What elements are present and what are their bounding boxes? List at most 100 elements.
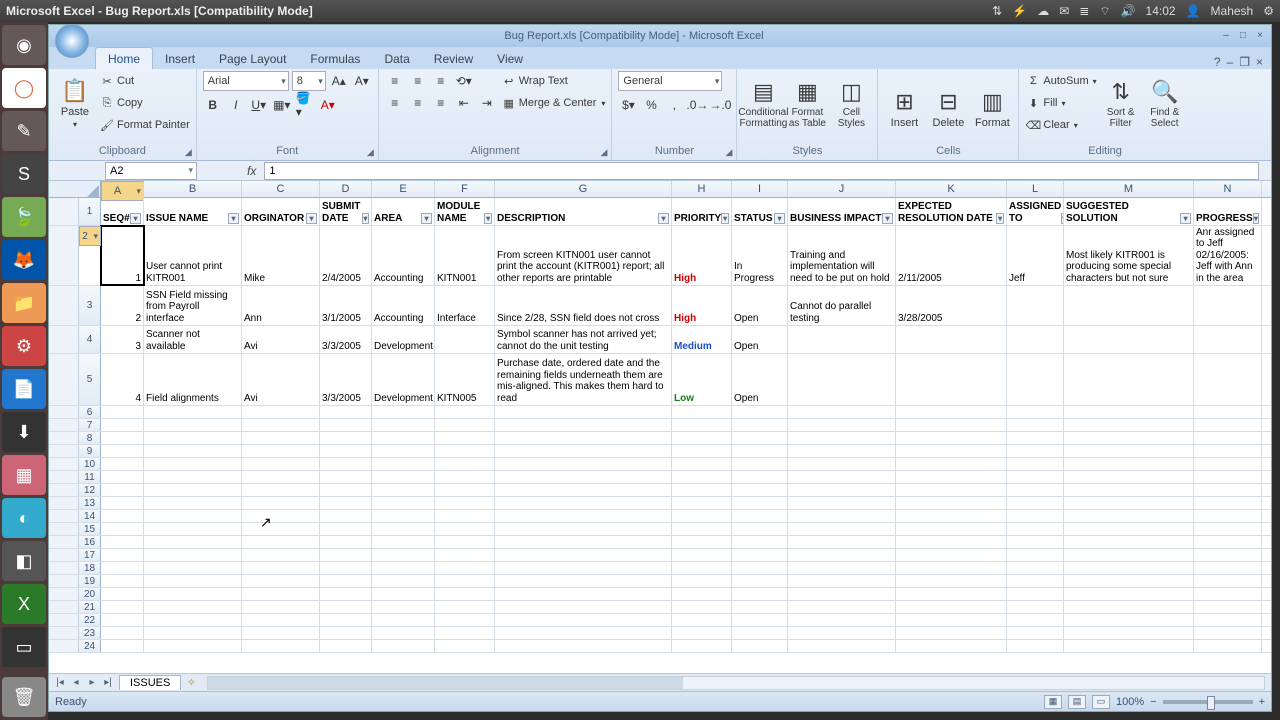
user-name[interactable]: Mahesh bbox=[1211, 4, 1254, 18]
cell[interactable] bbox=[242, 588, 320, 600]
cell[interactable] bbox=[788, 614, 896, 626]
sheet-nav-prev[interactable]: ◂ bbox=[69, 677, 83, 688]
header-cell[interactable]: DESCRIPTION▾ bbox=[495, 198, 672, 225]
cell[interactable] bbox=[672, 627, 732, 639]
cell[interactable] bbox=[372, 510, 435, 522]
cell[interactable] bbox=[495, 432, 672, 444]
launcher-editor[interactable]: ✎ bbox=[2, 111, 46, 151]
cell[interactable] bbox=[788, 536, 896, 548]
cell[interactable] bbox=[896, 575, 1007, 587]
cell[interactable] bbox=[372, 614, 435, 626]
align-center-button[interactable]: ≡ bbox=[408, 93, 428, 113]
cell[interactable] bbox=[144, 549, 242, 561]
cell[interactable] bbox=[320, 640, 372, 652]
row-header[interactable]: 18 bbox=[79, 562, 101, 574]
cell[interactable] bbox=[1194, 640, 1262, 652]
cell[interactable] bbox=[672, 575, 732, 587]
filter-icon[interactable]: ▾ bbox=[306, 213, 317, 224]
cell[interactable] bbox=[372, 432, 435, 444]
cell[interactable] bbox=[435, 445, 495, 457]
cell[interactable] bbox=[372, 549, 435, 561]
row-header[interactable]: 16 bbox=[79, 536, 101, 548]
cell[interactable] bbox=[1064, 575, 1194, 587]
tab-view[interactable]: View bbox=[485, 48, 535, 69]
formula-input[interactable]: 1 bbox=[264, 162, 1259, 180]
cell[interactable] bbox=[732, 562, 788, 574]
cell[interactable] bbox=[242, 640, 320, 652]
cell[interactable] bbox=[1194, 549, 1262, 561]
cell[interactable] bbox=[896, 497, 1007, 509]
cell[interactable] bbox=[788, 419, 896, 431]
cell[interactable]: Low bbox=[672, 354, 732, 405]
cell[interactable] bbox=[1064, 523, 1194, 535]
align-middle-button[interactable]: ≡ bbox=[408, 71, 428, 91]
grow-font-button[interactable]: A▴ bbox=[329, 71, 349, 91]
row-header[interactable]: 20 bbox=[79, 588, 101, 600]
cell[interactable] bbox=[896, 510, 1007, 522]
cell[interactable] bbox=[896, 588, 1007, 600]
cell[interactable] bbox=[242, 445, 320, 457]
cell[interactable] bbox=[372, 406, 435, 418]
paste-button[interactable]: 📋 Paste ▾ bbox=[55, 71, 95, 131]
cell[interactable] bbox=[788, 471, 896, 483]
sheet-nav-first[interactable]: |◂ bbox=[53, 677, 67, 688]
cell[interactable] bbox=[320, 419, 372, 431]
worksheet-grid[interactable]: A B C D E F G H I J K L M N 1SEQ#▾ISSUE … bbox=[49, 181, 1271, 673]
cell[interactable]: 3/1/2005 bbox=[320, 286, 372, 325]
cell[interactable] bbox=[144, 601, 242, 613]
cell[interactable] bbox=[242, 419, 320, 431]
row-header[interactable]: 7 bbox=[79, 419, 101, 431]
cell[interactable] bbox=[672, 562, 732, 574]
launcher-sublime[interactable]: S bbox=[2, 154, 46, 194]
cell[interactable] bbox=[672, 601, 732, 613]
cell[interactable] bbox=[372, 471, 435, 483]
launcher-files[interactable]: 📁 bbox=[2, 283, 46, 323]
cell[interactable] bbox=[672, 484, 732, 496]
wrap-text-button[interactable]: ↩Wrap Text bbox=[501, 71, 606, 91]
row-header[interactable]: 21 bbox=[79, 601, 101, 613]
header-cell[interactable]: ORGINATOR▾ bbox=[242, 198, 320, 225]
cell[interactable] bbox=[435, 497, 495, 509]
col-header[interactable]: B bbox=[144, 181, 242, 197]
cell[interactable] bbox=[101, 640, 144, 652]
cell[interactable]: Accounting bbox=[372, 226, 435, 285]
cell[interactable] bbox=[1007, 326, 1064, 353]
tab-page-layout[interactable]: Page Layout bbox=[207, 48, 298, 69]
cell[interactable] bbox=[788, 627, 896, 639]
cell[interactable] bbox=[495, 614, 672, 626]
cell[interactable] bbox=[320, 536, 372, 548]
cell[interactable] bbox=[1064, 536, 1194, 548]
cell[interactable] bbox=[1194, 562, 1262, 574]
filter-icon[interactable]: ▾ bbox=[1253, 213, 1259, 224]
row-header[interactable]: 8 bbox=[79, 432, 101, 444]
cell[interactable] bbox=[1007, 286, 1064, 325]
cell[interactable] bbox=[672, 406, 732, 418]
cell[interactable] bbox=[1194, 601, 1262, 613]
cell[interactable] bbox=[1064, 286, 1194, 325]
tray-icon[interactable]: ☁ bbox=[1037, 4, 1049, 18]
dialog-launcher-icon[interactable]: ◢ bbox=[726, 147, 733, 158]
align-right-button[interactable]: ≡ bbox=[431, 93, 451, 113]
cell[interactable] bbox=[732, 406, 788, 418]
italic-button[interactable]: I bbox=[226, 95, 246, 115]
cell[interactable] bbox=[788, 432, 896, 444]
cell[interactable] bbox=[1007, 562, 1064, 574]
cell[interactable] bbox=[495, 549, 672, 561]
cell[interactable] bbox=[1064, 432, 1194, 444]
cell[interactable]: From screen KITN001 user cannot print th… bbox=[495, 226, 672, 285]
row-header[interactable]: 9 bbox=[79, 445, 101, 457]
inc-decimal-button[interactable]: .0→ bbox=[687, 95, 707, 115]
align-top-button[interactable]: ≡ bbox=[385, 71, 405, 91]
cell[interactable] bbox=[788, 523, 896, 535]
view-break-button[interactable]: ▭ bbox=[1092, 695, 1110, 709]
cell[interactable] bbox=[1007, 432, 1064, 444]
cell[interactable]: Development bbox=[372, 326, 435, 353]
shrink-font-button[interactable]: A▾ bbox=[352, 71, 372, 91]
cell[interactable] bbox=[1194, 484, 1262, 496]
user-icon[interactable]: 👤 bbox=[1186, 4, 1201, 18]
col-header[interactable]: K bbox=[896, 181, 1007, 197]
cell[interactable] bbox=[372, 601, 435, 613]
cell[interactable]: Scanner not available bbox=[144, 326, 242, 353]
cell[interactable] bbox=[1194, 354, 1262, 405]
cell[interactable]: 3 bbox=[101, 326, 144, 353]
